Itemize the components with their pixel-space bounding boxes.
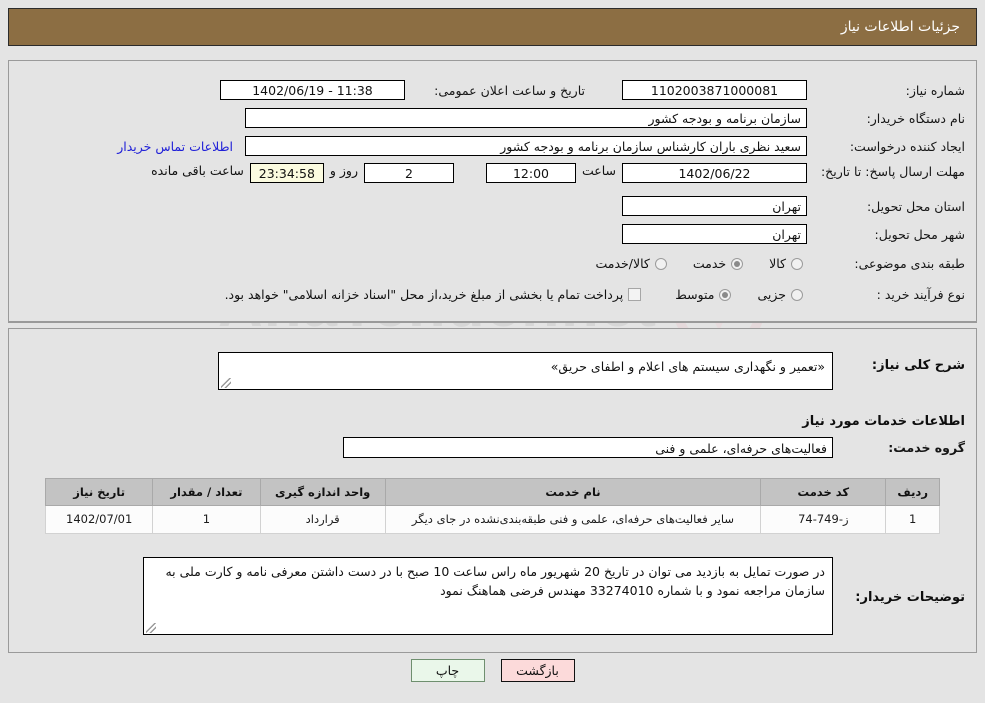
need-number-row: شماره نیاز: 1102003871000081 [622, 80, 965, 100]
services-table-wrapper: ردیف کد خدمت نام خدمت واحد اندازه گیری ت… [44, 478, 940, 534]
radio-motavasset-icon[interactable] [719, 288, 732, 301]
footer-button-bar: بازگشت چاپ [0, 659, 985, 682]
treasury-docs-checkbox-group[interactable]: پرداخت تمام یا بخشی از مبلغ خرید،از محل … [225, 287, 642, 302]
category-row: طبقه بندی موضوعی: کالا خدمت کالا/خدمت [569, 256, 965, 271]
services-table: ردیف کد خدمت نام خدمت واحد اندازه گیری ت… [44, 478, 940, 534]
days-word-label: روز و [329, 163, 358, 178]
buyer-org-label: نام دستگاه خریدار: [866, 110, 965, 126]
category-label: طبقه بندی موضوعی: [854, 256, 965, 271]
province-value: تهران [622, 196, 807, 216]
province-row: استان محل تحویل: تهران [622, 196, 965, 216]
service-group-value: فعالیت‌های حرفه‌ای، علمی و فنی [343, 437, 833, 458]
cell-service-name: سایر فعالیت‌های حرفه‌ای، علمی و فنی طبقه… [384, 505, 762, 534]
need-desc-value: «تعمیر و نگهداری سیستم های اعلام و اطفای… [550, 359, 825, 374]
resize-grip-icon[interactable] [221, 378, 231, 388]
cell-unit: قرارداد [259, 505, 386, 534]
radio-jozi-icon[interactable] [791, 288, 803, 301]
deadline-time-value: 12:00 [485, 163, 576, 183]
radio-khedmat-icon[interactable] [731, 257, 744, 270]
city-row: شهر محل تحویل: تهران [622, 224, 965, 244]
radio-kala-khedmat-icon[interactable] [654, 257, 667, 270]
process-type-label: نوع فرآیند خرید : [876, 287, 965, 302]
col-row-no: ردیف [885, 478, 940, 506]
category-option-khedmat[interactable]: خدمت [692, 256, 744, 271]
need-number-label: شماره نیاز: [905, 82, 965, 98]
page-title: جزئیات اطلاعات نیاز [840, 19, 960, 35]
buyer-notes-textarea[interactable]: در صورت تمایل به بازدید می توان در تاریخ… [143, 557, 833, 635]
category-option-khedmat-label: خدمت [692, 256, 727, 271]
services-section-title: اطلاعات خدمات مورد نیاز [802, 414, 965, 429]
announce-datetime-row: تاریخ و ساعت اعلان عمومی: 11:38 - 1402/0… [220, 80, 585, 100]
need-desc-label: شرح کلی نیاز: [871, 358, 965, 373]
treasury-docs-text: پرداخت تمام یا بخشی از مبلغ خرید،از محل … [224, 287, 624, 302]
category-option-kala-label: کالا [769, 256, 786, 271]
countdown-suffix-label: ساعت باقی مانده [151, 163, 244, 178]
col-service-code: کد خدمت [760, 478, 887, 506]
cell-need-date: 1402/07/01 [44, 505, 154, 534]
process-option-jozi[interactable]: جزیی [757, 287, 803, 302]
need-number-value: 1102003871000081 [622, 80, 807, 100]
cell-row-no: 1 [885, 505, 940, 534]
col-need-date: تاریخ نیاز [44, 478, 154, 506]
deadline-time-label: ساعت [581, 163, 616, 178]
process-option-motavasset-label: متوسط [675, 287, 715, 302]
province-label: استان محل تحویل: [866, 198, 965, 214]
process-option-motavasset[interactable]: متوسط [675, 287, 732, 302]
deadline-date-value: 1402/06/22 [622, 163, 807, 183]
resize-grip-icon[interactable] [146, 623, 156, 633]
deadline-row: مهلت ارسال پاسخ: تا تاریخ: 1402/06/22 سا… [145, 163, 965, 183]
announce-datetime-label: تاریخ و ساعت اعلان عمومی: [434, 82, 585, 98]
requester-row: ایجاد کننده درخواست: سعید نظری باران کار… [117, 136, 965, 156]
days-remaining-value: 2 [363, 163, 454, 183]
buyer-org-row: نام دستگاه خریدار: سازمان برنامه و بودجه… [245, 108, 965, 128]
col-unit: واحد اندازه گیری [259, 478, 386, 506]
print-button[interactable]: چاپ [410, 659, 485, 682]
announce-datetime-value: 11:38 - 1402/06/19 [220, 80, 405, 100]
buyer-notes-value: در صورت تمایل به بازدید می توان در تاریخ… [165, 564, 825, 599]
treasury-docs-checkbox-icon[interactable] [628, 288, 642, 301]
process-type-row: نوع فرآیند خرید : جزیی متوسط پرداخت تمام… [199, 287, 965, 302]
table-row: 1 ز-749-74 سایر فعالیت‌های حرفه‌ای، علمی… [44, 505, 940, 534]
radio-kala-icon[interactable] [791, 257, 803, 270]
buyer-notes-label: توضیحات خریدار: [855, 590, 965, 605]
table-header-row: ردیف کد خدمت نام خدمت واحد اندازه گیری ت… [44, 478, 940, 506]
requester-label: ایجاد کننده درخواست: [849, 138, 965, 154]
need-desc-textarea[interactable]: «تعمیر و نگهداری سیستم های اعلام و اطفای… [218, 352, 833, 390]
city-label: شهر محل تحویل: [874, 226, 965, 242]
col-service-name: نام خدمت [384, 478, 762, 506]
buyer-org-value: سازمان برنامه و بودجه کشور [245, 108, 807, 128]
buyer-contact-link[interactable]: اطلاعات تماس خریدار [117, 139, 233, 154]
cell-service-code: ز-749-74 [760, 505, 887, 534]
category-option-kala-khedmat[interactable]: کالا/خدمت [595, 256, 667, 271]
category-option-kala-khedmat-label: کالا/خدمت [595, 256, 650, 271]
cell-quantity: 1 [152, 505, 261, 534]
category-option-kala[interactable]: کالا [769, 256, 803, 271]
col-quantity: تعداد / مقدار [152, 478, 261, 506]
countdown-timer: 23:34:58 [249, 163, 324, 183]
city-value: تهران [622, 224, 807, 244]
page-header-bar: جزئیات اطلاعات نیاز [8, 8, 977, 46]
service-group-row: گروه خدمت: فعالیت‌های حرفه‌ای، علمی و فن… [343, 437, 965, 458]
requester-value: سعید نظری باران کارشناس سازمان برنامه و … [245, 136, 807, 156]
process-option-jozi-label: جزیی [757, 287, 786, 302]
deadline-label: مهلت ارسال پاسخ: تا تاریخ: [820, 164, 965, 179]
service-group-label: گروه خدمت: [888, 440, 965, 455]
back-button[interactable]: بازگشت [500, 659, 575, 682]
